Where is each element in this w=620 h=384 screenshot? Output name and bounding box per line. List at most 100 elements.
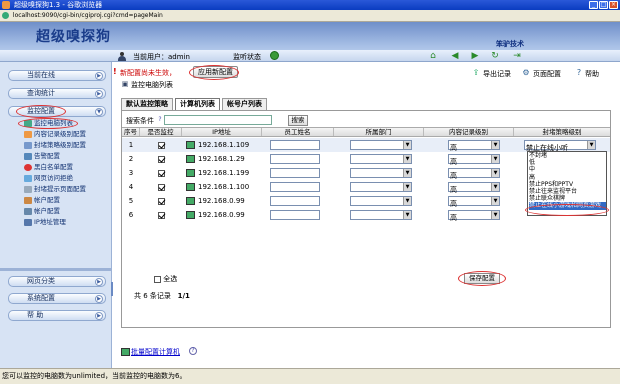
- ip-cell: 192.168.0.99: [182, 208, 262, 222]
- sidebar-item-web-deny[interactable]: 网页访问拒绝: [24, 174, 73, 183]
- sidebar-system-config[interactable]: 系统配置 ▶: [8, 293, 106, 304]
- name-cell: [262, 152, 334, 166]
- search-input[interactable]: [164, 115, 272, 125]
- help-link[interactable]: 帮助: [585, 69, 599, 79]
- content-level-value: 高: [450, 200, 457, 208]
- column-header[interactable]: 是否监控: [140, 128, 182, 136]
- column-header[interactable]: 封堵策略级别: [514, 128, 610, 136]
- app-icon: [2, 1, 10, 9]
- column-header[interactable]: 所属部门: [334, 128, 424, 136]
- employee-name-input[interactable]: [270, 210, 320, 220]
- department-select[interactable]: ▼: [350, 140, 412, 150]
- monitor-checkbox[interactable]: [157, 197, 165, 205]
- name-cell: [262, 166, 334, 180]
- sidebar-help[interactable]: 帮 助 ▶: [8, 310, 106, 321]
- monitor-checkbox[interactable]: [157, 169, 165, 177]
- sidebar-online[interactable]: 当前在线 ▶: [8, 70, 106, 81]
- refresh-icon[interactable]: ↻: [490, 52, 500, 61]
- sidebar-item-account[interactable]: 帐户配置: [24, 196, 60, 205]
- page-icon: [2, 12, 9, 19]
- minimize-button[interactable]: _: [589, 1, 598, 9]
- shield-icon: [24, 142, 32, 149]
- sidebar-item-content-level[interactable]: 内容记录级别配置: [24, 130, 86, 139]
- policy-option[interactable]: 禁止PPS和PPTV: [529, 181, 606, 188]
- sidebar-item-blackwhite[interactable]: 黑白名单配置: [24, 163, 73, 172]
- sidebar-item-block-policy[interactable]: 封堵策略级别配置: [24, 141, 86, 150]
- monitor-checkbox[interactable]: [157, 183, 165, 191]
- sidebar-item-label: IP地址管理: [34, 218, 66, 226]
- ip-address: 192.168.0.99: [198, 211, 245, 219]
- monitor-cell: [140, 152, 182, 166]
- tab-computer-list[interactable]: 计算机列表: [175, 98, 220, 110]
- employee-name-input[interactable]: [270, 182, 320, 192]
- employee-name-input[interactable]: [270, 168, 320, 178]
- column-header[interactable]: IP地址: [182, 128, 262, 136]
- back-arrow-icon[interactable]: ◀: [450, 52, 460, 61]
- forward-arrow-icon[interactable]: ▶: [470, 52, 480, 61]
- window-title: 超级嗅探狗1.3 - 谷歌浏览器: [14, 1, 103, 9]
- select-all[interactable]: 全选: [154, 274, 177, 284]
- dept-cell: ▼: [334, 152, 424, 166]
- highlight-oval: [458, 271, 506, 286]
- address-bar[interactable]: localhost:9090/cgi-bin/cgiproj.cgi?cmd=p…: [0, 10, 620, 22]
- department-select[interactable]: ▼: [350, 168, 412, 178]
- monitor-status-icon: [270, 51, 279, 60]
- sidebar-item-account-2[interactable]: 帐户配置: [24, 207, 60, 216]
- page-config-link[interactable]: 页面配置: [533, 69, 561, 79]
- address-url[interactable]: localhost:9090/cgi-bin/cgiproj.cgi?cmd=p…: [13, 12, 163, 19]
- policy-option[interactable]: 不封堵: [529, 152, 606, 159]
- content-level-select[interactable]: 高 ▼: [448, 210, 500, 222]
- content-level-select[interactable]: 高 ▼: [448, 140, 500, 152]
- sidebar-item-block-page[interactable]: 封堵提示页面配置: [24, 185, 86, 194]
- sidebar-item-alert[interactable]: 告警配置: [24, 152, 60, 161]
- computer-icon: [186, 141, 195, 149]
- tab-default-policy[interactable]: 默认监控策略: [121, 98, 173, 110]
- employee-name-input[interactable]: [270, 154, 320, 164]
- level-cell: 高 ▼: [424, 166, 514, 180]
- export-link[interactable]: 导出记录: [483, 69, 511, 79]
- column-header[interactable]: 内容记录级别: [424, 128, 514, 136]
- computer-icon: ▣: [121, 80, 129, 88]
- policy-option[interactable]: 低: [529, 159, 606, 166]
- monitor-checkbox[interactable]: [157, 155, 165, 163]
- sidebar-item-ip[interactable]: IP地址管理: [24, 218, 66, 227]
- column-header[interactable]: 员工姓名: [262, 128, 334, 136]
- highlight-oval: [189, 65, 239, 80]
- dept-cell: ▼: [334, 194, 424, 208]
- policy-option[interactable]: 高: [529, 174, 606, 181]
- content-level-select[interactable]: 高 ▼: [448, 196, 500, 208]
- maximize-button[interactable]: □: [599, 1, 608, 9]
- close-button[interactable]: ×: [609, 1, 618, 9]
- exit-icon[interactable]: ⇥: [512, 52, 522, 61]
- department-select[interactable]: ▼: [350, 182, 412, 192]
- content-level-value: 高: [450, 172, 457, 180]
- batch-config-link[interactable]: 批量配置计算机: [131, 347, 180, 357]
- department-select[interactable]: ▼: [350, 196, 412, 206]
- employee-name-input[interactable]: [270, 140, 320, 150]
- monitor-checkbox[interactable]: [157, 211, 165, 219]
- row-number: 4: [128, 183, 134, 191]
- content-level-select[interactable]: 高 ▼: [448, 182, 500, 194]
- monitor-checkbox[interactable]: [157, 141, 165, 149]
- employee-name-input[interactable]: [270, 196, 320, 206]
- tab-account-list[interactable]: 帐号户列表: [222, 98, 267, 110]
- home-icon[interactable]: ⌂: [428, 52, 438, 61]
- policy-select[interactable]: 禁止在线小听 ▼: [524, 140, 596, 152]
- highlight-oval: [18, 118, 78, 129]
- sidebar-query[interactable]: 查询统计 ▶: [8, 88, 106, 99]
- content-level-select[interactable]: 高 ▼: [448, 168, 500, 180]
- user-icon: [118, 52, 126, 61]
- current-user: 当前用户：admin: [133, 53, 190, 61]
- main-content: ! 新配置尚未生效， 应用新配置 ▣ 监控电脑列表 ⇪ 导出记录 ⚙ 页面配置 …: [113, 62, 620, 368]
- page-config-icon: ⚙: [522, 68, 530, 77]
- policy-option[interactable]: 中: [529, 166, 606, 173]
- content-level-select[interactable]: 高 ▼: [448, 154, 500, 166]
- sidebar-web-category[interactable]: 网页分类 ▶: [8, 276, 106, 287]
- search-button[interactable]: 搜索: [288, 115, 308, 126]
- select-all-checkbox[interactable]: [154, 275, 161, 283]
- help-icon[interactable]: ?: [189, 347, 197, 355]
- table-row[interactable]: 1 192.168.1.109 ▼ 高 ▼ 禁止在线小听 ▼: [122, 138, 610, 152]
- column-header[interactable]: 序号: [122, 128, 140, 136]
- department-select[interactable]: ▼: [350, 210, 412, 220]
- department-select[interactable]: ▼: [350, 154, 412, 164]
